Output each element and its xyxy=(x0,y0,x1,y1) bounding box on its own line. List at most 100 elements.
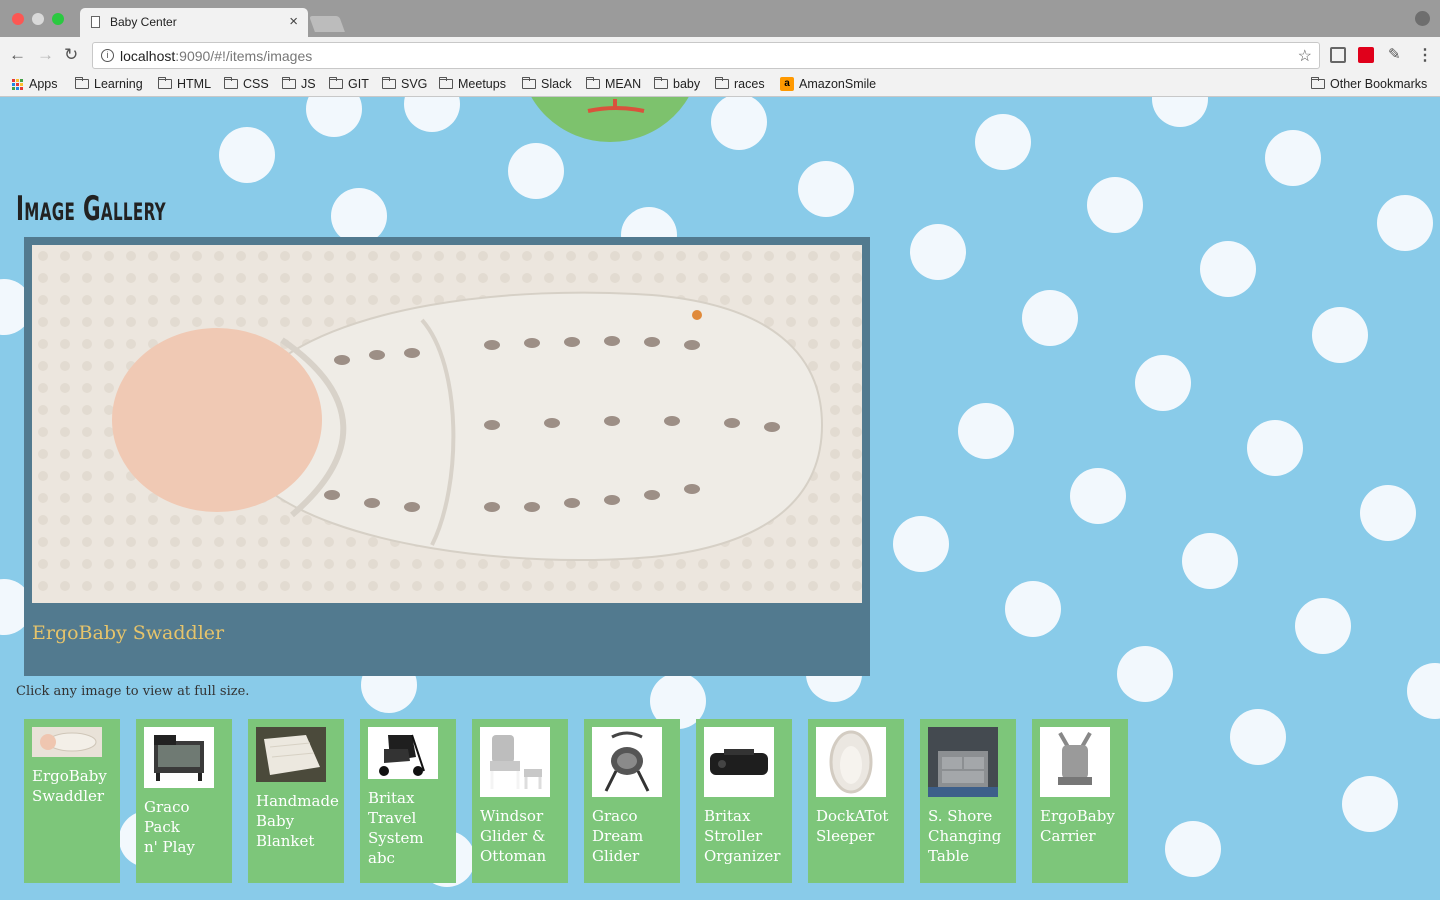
maximize-window-button[interactable] xyxy=(52,13,64,25)
profile-icon[interactable] xyxy=(1415,11,1430,26)
bookmark-apps[interactable]: Apps xyxy=(12,77,58,91)
folder-icon xyxy=(439,77,453,89)
folder-icon xyxy=(586,77,600,89)
thumbnail-list: ErgoBaby Swaddler Graco Pack n' Play Handm… xyxy=(24,719,1128,883)
amazon-icon: a xyxy=(780,77,794,91)
thumbnail-label: Graco Dream Glider xyxy=(592,807,644,865)
thumbnail-ergobaby-carrier[interactable]: ErgoBaby Carrier xyxy=(1032,719,1128,883)
browser-tab[interactable]: Baby Center × xyxy=(80,8,308,37)
minimize-window-button[interactable] xyxy=(32,13,44,25)
other-bookmarks-label: Other Bookmarks xyxy=(1330,77,1428,91)
blanket-thumbnail xyxy=(256,727,326,782)
site-info-icon[interactable]: i xyxy=(101,49,114,62)
gallery-hint: Click any image to view at full size. xyxy=(16,684,250,699)
bookmark-slack[interactable]: Slack xyxy=(522,77,572,91)
viewer-caption: ErgoBaby Swaddler xyxy=(32,622,225,644)
apps-icon xyxy=(12,78,23,90)
stroller-organizer-thumbnail xyxy=(704,727,774,797)
carrier-thumbnail xyxy=(1040,727,1110,797)
tab-close-icon[interactable]: × xyxy=(289,13,298,30)
browser-toolbar: ← → ↻ i localhost:9090/#!/items/images ☆… xyxy=(0,37,1440,73)
thumbnail-windsor-glider-ottoman[interactable]: Windsor Glider & Ottoman xyxy=(472,719,568,883)
thumbnail-label: DockATot Sleeper xyxy=(816,807,889,845)
bookmark-label: JS xyxy=(301,77,316,91)
folder-icon xyxy=(329,77,343,89)
bookmark-label: Slack xyxy=(541,77,572,91)
window-titlebar: Baby Center × xyxy=(0,0,1440,37)
page-content: Image Gallery ErgoBaby Swaddler Click an… xyxy=(0,97,1440,900)
thumbnail-label: Windsor Glider & Ottoman xyxy=(480,807,547,865)
bookmark-js[interactable]: JS xyxy=(282,77,316,91)
bookmark-mean[interactable]: MEAN xyxy=(586,77,641,91)
bookmark-label: Learning xyxy=(94,77,143,91)
bookmark-label: AmazonSmile xyxy=(799,77,877,91)
reload-icon[interactable]: ↻ xyxy=(64,45,78,65)
edit-extension-icon[interactable]: ✎ xyxy=(1388,47,1404,63)
url-path: :9090/#!/items/images xyxy=(175,48,313,64)
address-bar[interactable]: i localhost:9090/#!/items/images ☆ xyxy=(92,42,1320,69)
bookmark-git[interactable]: GIT xyxy=(329,77,369,91)
folder-icon xyxy=(382,77,396,89)
bookmark-star-icon[interactable]: ☆ xyxy=(1298,46,1312,66)
folder-icon xyxy=(75,77,89,89)
bookmark-label: CSS xyxy=(243,77,269,91)
bookmark-svg[interactable]: SVG xyxy=(382,77,427,91)
extension-icon[interactable] xyxy=(1358,47,1374,63)
thumbnail-graco-pack-n-play[interactable]: Graco Pack n' Play xyxy=(136,719,232,883)
url-host: localhost xyxy=(120,48,176,64)
other-bookmarks[interactable]: Other Bookmarks xyxy=(1311,77,1427,91)
document-icon xyxy=(91,16,100,28)
url-text[interactable]: localhost:9090/#!/items/images xyxy=(120,48,312,64)
folder-icon xyxy=(654,77,668,89)
pack-n-play-thumbnail xyxy=(144,727,214,788)
bookmark-races[interactable]: races xyxy=(715,77,765,91)
folder-icon xyxy=(715,77,729,89)
thumbnail-britax-travel-system[interactable]: Britax Travel System abc xyxy=(360,719,456,883)
bookmark-meetups[interactable]: Meetups xyxy=(439,77,506,91)
swaddler-thumbnail xyxy=(32,727,102,757)
close-window-button[interactable] xyxy=(12,13,24,25)
thumbnail-handmade-baby-blanket[interactable]: Handmade Baby Blanket xyxy=(248,719,344,883)
forward-arrow-icon[interactable]: → xyxy=(37,45,54,65)
thumbnail-label: S. Shore Changing Table xyxy=(928,807,1002,865)
travel-system-thumbnail xyxy=(368,727,438,779)
thumbnail-label: Britax Stroller Organizer xyxy=(704,807,781,865)
tab-title: Baby Center xyxy=(110,15,177,29)
bookmark-label: MEAN xyxy=(605,77,642,91)
dockatot-thumbnail xyxy=(816,727,886,797)
folder-icon xyxy=(522,77,536,89)
dream-glider-thumbnail xyxy=(592,727,662,797)
thumbnail-ergobaby-swaddler[interactable]: ErgoBaby Swaddler xyxy=(24,719,120,883)
bookmark-css[interactable]: CSS xyxy=(224,77,269,91)
bookmarks-bar: Apps Learning HTML CSS JS GIT SVG Meetup… xyxy=(0,73,1440,97)
thumbnail-dockatot-sleeper[interactable]: DockATot Sleeper xyxy=(808,719,904,883)
bookmark-learning[interactable]: Learning xyxy=(75,77,143,91)
thumbnail-label: Handmade Baby Blanket xyxy=(256,792,339,850)
bookmark-label: races xyxy=(734,77,765,91)
thumbnail-label: Graco Pack n' Play xyxy=(144,798,195,856)
new-tab-button[interactable] xyxy=(309,16,345,32)
baby-swaddler-photo[interactable] xyxy=(32,245,862,603)
image-viewer: ErgoBaby Swaddler xyxy=(24,237,870,676)
bookmark-label: Apps xyxy=(29,77,58,91)
browser-menu-icon[interactable]: ⋮ xyxy=(1417,45,1433,65)
thumbnail-label: Britax Travel System abc xyxy=(368,789,424,867)
logo-mark-icon xyxy=(587,99,645,113)
thumbnail-s-shore-changing-table[interactable]: S. Shore Changing Table xyxy=(920,719,1016,883)
back-arrow-icon[interactable]: ← xyxy=(9,45,26,65)
page-title: Image Gallery xyxy=(16,189,166,229)
swaddled-baby-image xyxy=(32,245,862,603)
glider-ottoman-thumbnail xyxy=(480,727,550,797)
bookmark-baby[interactable]: baby xyxy=(654,77,700,91)
bookmark-amazonsmile[interactable]: a AmazonSmile xyxy=(780,77,876,91)
bookmark-label: SVG xyxy=(401,77,428,91)
changing-table-thumbnail xyxy=(928,727,998,797)
bookmark-label: Meetups xyxy=(458,77,506,91)
thumbnail-graco-dream-glider[interactable]: Graco Dream Glider xyxy=(584,719,680,883)
folder-icon xyxy=(224,77,238,89)
thumbnail-britax-stroller-organizer[interactable]: Britax Stroller Organizer xyxy=(696,719,792,883)
cast-icon[interactable] xyxy=(1330,47,1346,63)
bookmark-html[interactable]: HTML xyxy=(158,77,211,91)
thumbnail-label: ErgoBaby Carrier xyxy=(1040,807,1115,845)
bookmark-label: GIT xyxy=(348,77,369,91)
